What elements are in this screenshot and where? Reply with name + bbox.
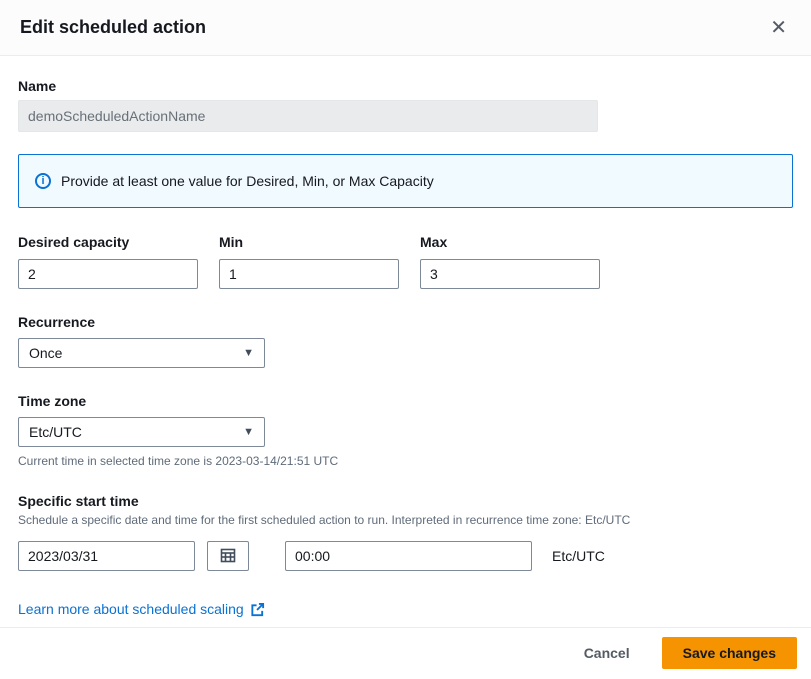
desired-capacity-field: Desired capacity [18,234,198,289]
recurrence-select[interactable]: Once ▼ [18,338,265,368]
close-icon[interactable]: ✕ [766,14,791,42]
specific-start-time-description: Schedule a specific date and time for th… [18,513,793,527]
edit-scheduled-action-modal: Edit scheduled action ✕ Name i Provide a… [0,0,811,679]
info-alert-text: Provide at least one value for Desired, … [61,173,434,189]
max-capacity-input[interactable] [420,259,600,289]
specific-start-time-label: Specific start time [18,493,793,509]
current-time-caption: Current time in selected time zone is 20… [18,454,793,468]
time-zone-selected-value: Etc/UTC [29,424,82,440]
min-capacity-field: Min [219,234,399,289]
max-capacity-label: Max [420,234,600,250]
info-icon: i [35,173,51,189]
name-input [18,100,598,132]
recurrence-label: Recurrence [18,314,793,330]
save-changes-button[interactable]: Save changes [662,637,797,669]
learn-more-link[interactable]: Learn more about scheduled scaling [18,601,265,617]
chevron-down-icon: ▼ [243,426,254,438]
timezone-suffix-label: Etc/UTC [552,548,605,564]
start-date-input[interactable] [18,541,195,571]
specific-start-time-field: Specific start time Schedule a specific … [18,493,793,571]
info-alert: i Provide at least one value for Desired… [18,154,793,208]
time-zone-label: Time zone [18,393,793,409]
modal-header: Edit scheduled action ✕ [0,0,811,56]
calendar-icon [220,547,236,566]
start-time-input[interactable] [285,541,532,571]
calendar-button[interactable] [207,541,249,571]
recurrence-field: Recurrence Once ▼ [18,314,793,368]
time-zone-select[interactable]: Etc/UTC ▼ [18,417,265,447]
time-zone-field: Time zone Etc/UTC ▼ Current time in sele… [18,393,793,468]
modal-footer: Cancel Save changes [0,627,811,679]
name-label: Name [18,78,793,94]
modal-title: Edit scheduled action [20,17,206,38]
modal-body: Name i Provide at least one value for De… [0,56,811,627]
capacity-row: Desired capacity Min Max [18,234,793,289]
learn-more-link-label: Learn more about scheduled scaling [18,601,244,617]
external-link-icon [250,602,265,617]
chevron-down-icon: ▼ [243,347,254,359]
min-capacity-label: Min [219,234,399,250]
desired-capacity-input[interactable] [18,259,198,289]
datetime-row: Etc/UTC [18,541,793,571]
min-capacity-input[interactable] [219,259,399,289]
desired-capacity-label: Desired capacity [18,234,198,250]
cancel-button[interactable]: Cancel [580,639,634,667]
recurrence-selected-value: Once [29,345,62,361]
max-capacity-field: Max [420,234,600,289]
